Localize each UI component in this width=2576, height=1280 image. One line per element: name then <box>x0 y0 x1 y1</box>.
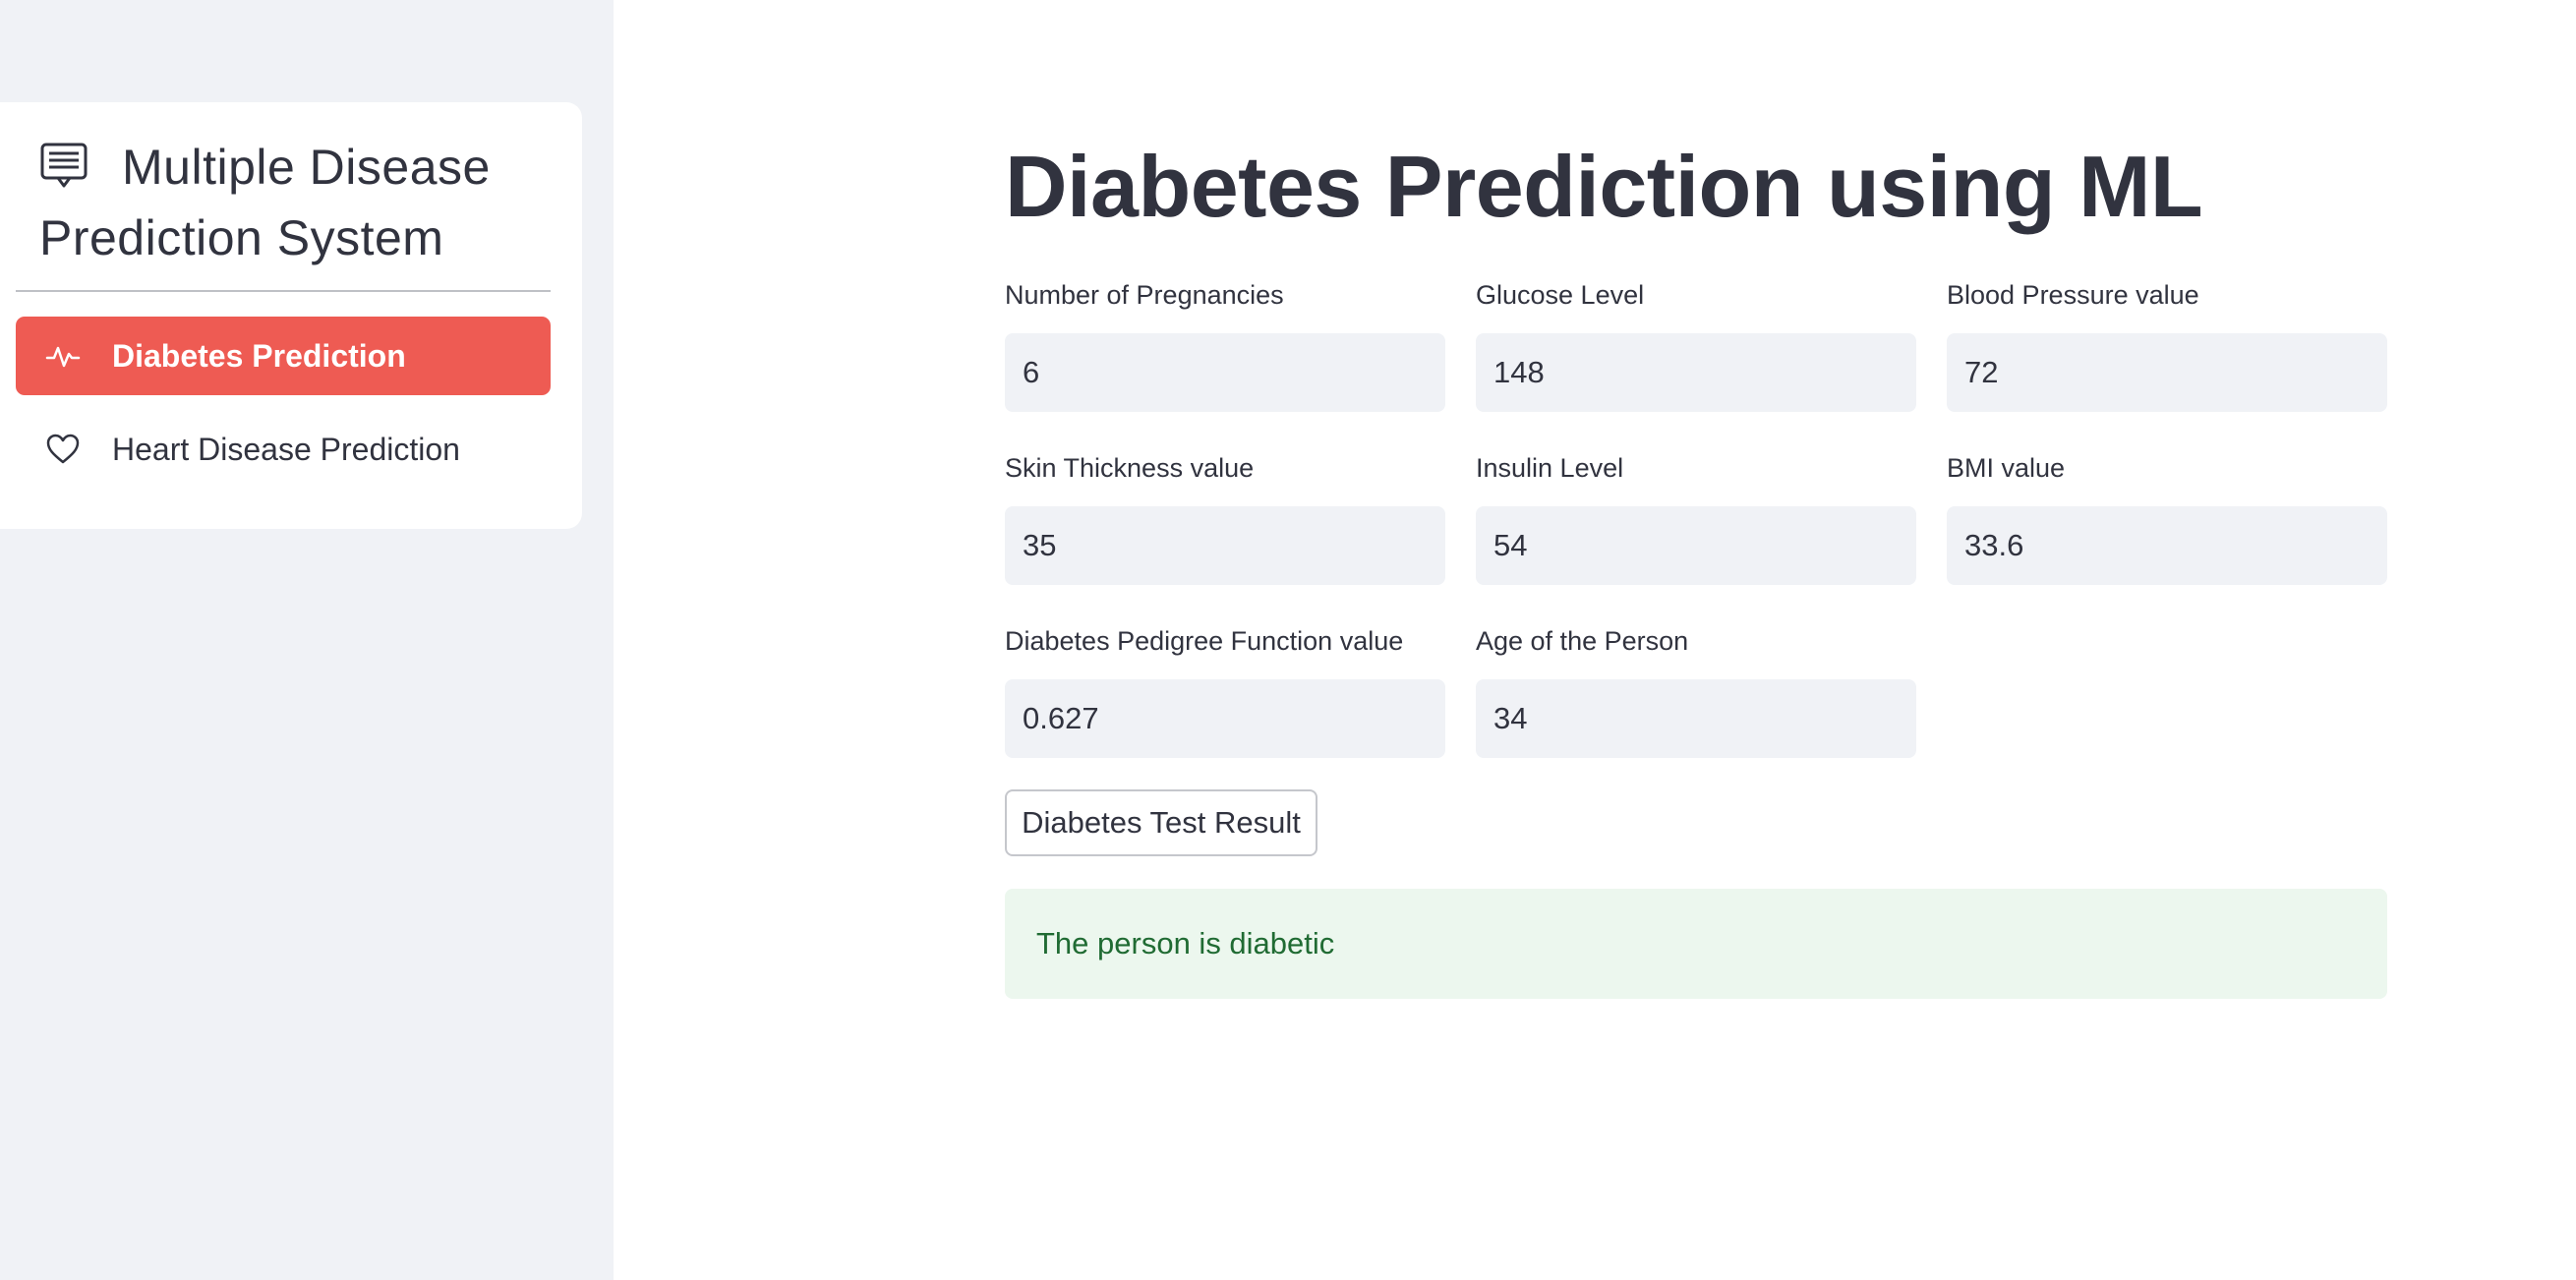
skin-thickness-input[interactable] <box>1005 506 1445 585</box>
age-field: Age of the Person <box>1476 623 1916 758</box>
heart-icon <box>46 434 80 464</box>
sidebar-item-diabetes-prediction[interactable]: Diabetes Prediction <box>16 317 551 395</box>
sidebar: Multiple Disease Prediction System Diabe… <box>0 0 614 1280</box>
pedigree-input[interactable] <box>1005 679 1445 758</box>
age-input[interactable] <box>1476 679 1916 758</box>
insulin-label: Insulin Level <box>1476 453 1624 483</box>
sidebar-item-label: Heart Disease Prediction <box>112 431 460 467</box>
bmi-label: BMI value <box>1947 453 2066 483</box>
blood-pressure-field: Blood Pressure value <box>1947 277 2387 412</box>
page-title: Diabetes Prediction using ML <box>1005 138 2203 235</box>
glucose-input[interactable] <box>1476 333 1916 412</box>
menu-divider <box>16 290 551 292</box>
result-alert: The person is diabetic <box>1005 889 2387 999</box>
insulin-field: Insulin Level <box>1476 450 1916 585</box>
blood-pressure-input[interactable] <box>1947 333 2387 412</box>
glucose-label: Glucose Level <box>1476 280 1645 310</box>
pregnancies-input[interactable] <box>1005 333 1445 412</box>
pedigree-label: Diabetes Pedigree Function value <box>1005 626 1404 656</box>
list-card-icon <box>40 143 88 188</box>
skin-thickness-field: Skin Thickness value <box>1005 450 1445 585</box>
skin-thickness-label: Skin Thickness value <box>1005 453 1255 483</box>
pregnancies-label: Number of Pregnancies <box>1005 280 1284 310</box>
age-label: Age of the Person <box>1476 626 1689 656</box>
diabetes-test-result-button[interactable]: Diabetes Test Result <box>1005 789 1317 856</box>
sidebar-item-label: Diabetes Prediction <box>112 337 406 374</box>
menu-title-text: Multiple Disease Prediction System <box>39 140 491 265</box>
pregnancies-field: Number of Pregnancies <box>1005 277 1445 412</box>
menu-title: Multiple Disease Prediction System <box>39 132 570 273</box>
sidebar-item-heart-disease-prediction[interactable]: Heart Disease Prediction <box>16 410 551 489</box>
blood-pressure-label: Blood Pressure value <box>1947 280 2199 310</box>
result-text: The person is diabetic <box>1036 926 1335 960</box>
glucose-field: Glucose Level <box>1476 277 1916 412</box>
bmi-field: BMI value <box>1947 450 2387 585</box>
activity-icon <box>45 346 81 368</box>
bmi-input[interactable] <box>1947 506 2387 585</box>
pedigree-field: Diabetes Pedigree Function value <box>1005 623 1445 758</box>
insulin-input[interactable] <box>1476 506 1916 585</box>
